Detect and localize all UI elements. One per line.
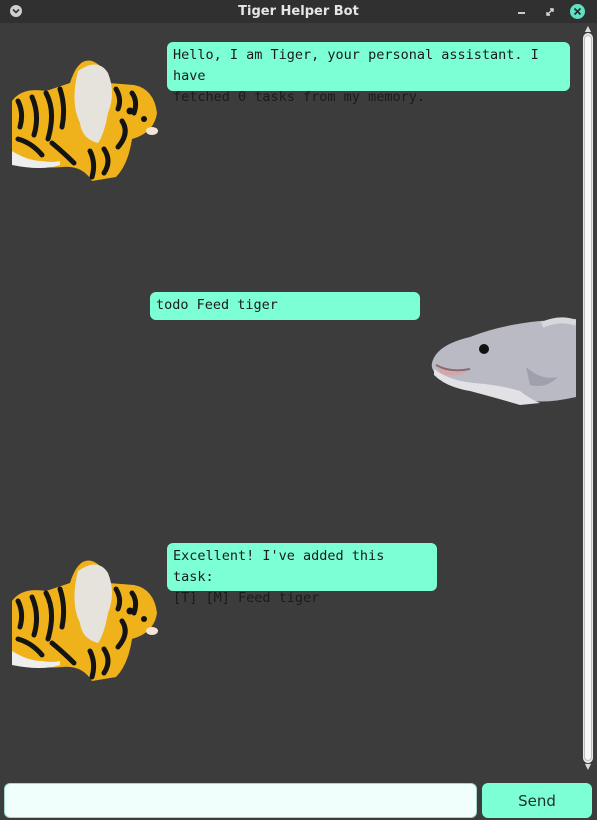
tiger-plush-image xyxy=(12,60,158,181)
message-line: Hello, I am Tiger, your personal assista… xyxy=(173,47,539,84)
scroll-thumb[interactable] xyxy=(584,35,592,761)
bot-message-bubble: Hello, I am Tiger, your personal assista… xyxy=(167,42,570,105)
window-title: Tiger Helper Bot xyxy=(238,4,359,19)
tiger-avatar xyxy=(12,43,160,187)
tiger-avatar xyxy=(12,543,160,687)
input-row: Send xyxy=(0,773,597,820)
dolphin-plush-image xyxy=(431,317,578,405)
minimize-button[interactable] xyxy=(515,4,529,18)
maximize-icon xyxy=(546,8,554,16)
message-line: todo Feed tiger xyxy=(156,297,278,313)
vertical-scrollbar[interactable]: ▲ ▼ xyxy=(580,23,597,773)
scroll-up-arrow-icon[interactable]: ▲ xyxy=(583,25,593,33)
close-button[interactable] xyxy=(570,4,585,19)
message-line: fetched 0 tasks from my memory. xyxy=(173,89,425,105)
message-line: [T] [M] Feed tiger xyxy=(173,590,320,606)
maximize-button[interactable] xyxy=(543,4,557,18)
message-input[interactable] xyxy=(4,783,477,818)
send-button[interactable]: Send xyxy=(482,783,592,818)
dolphin-avatar xyxy=(430,315,578,411)
tiger-plush-image xyxy=(12,560,158,681)
minimize-icon xyxy=(518,12,525,14)
chat-area[interactable]: Hello, I am Tiger, your personal assista… xyxy=(0,23,580,773)
user-message-bubble: todo Feed tiger xyxy=(150,292,420,320)
title-bar: Tiger Helper Bot xyxy=(0,0,597,23)
scroll-down-arrow-icon[interactable]: ▼ xyxy=(583,763,593,771)
bot-message-bubble: Excellent! I've added this task: [T] [M]… xyxy=(167,543,437,606)
message-line: Excellent! I've added this task: xyxy=(173,548,385,585)
close-icon xyxy=(573,7,582,16)
